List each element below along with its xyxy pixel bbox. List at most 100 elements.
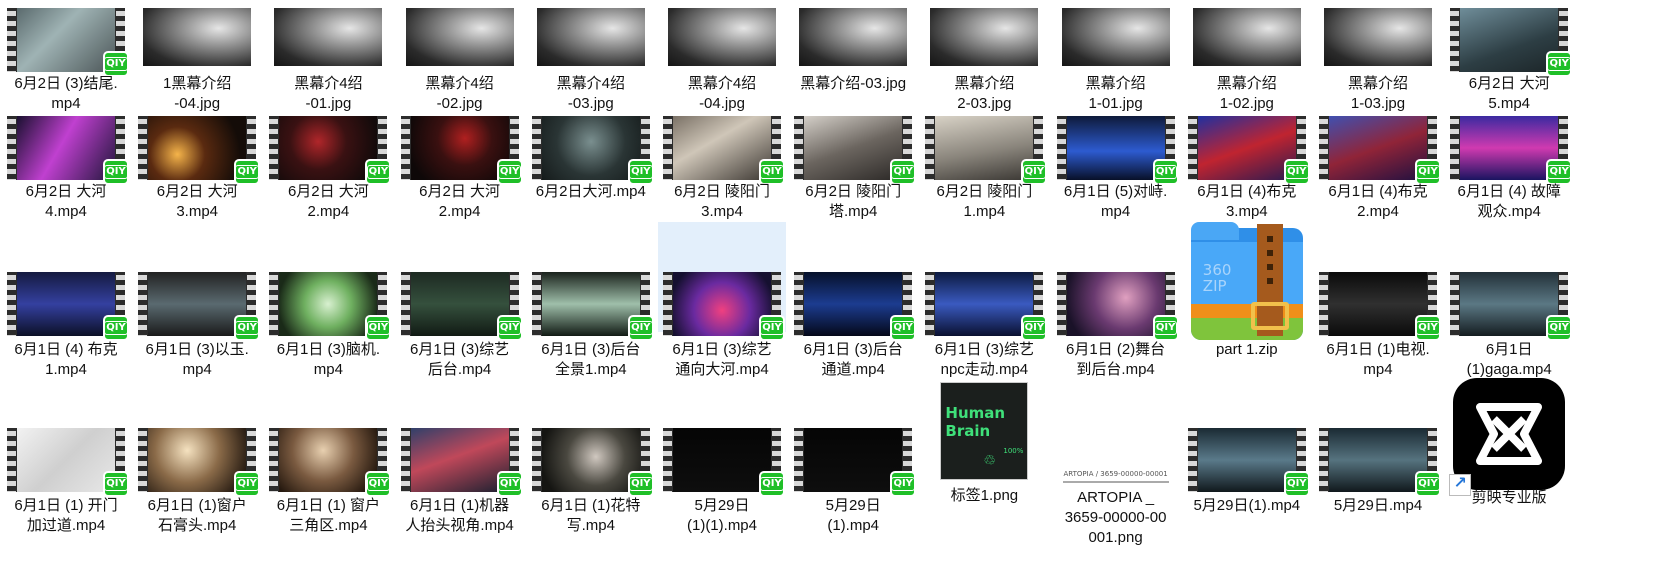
file-item[interactable]: QIY 6月1日 (3)综艺 通向大河.mp4 [658,222,786,378]
file-item[interactable]: QIY 6月1日 (1)电视. mp4 [1314,222,1442,378]
image-preview [274,8,383,66]
file-name-line: 6月2日 陵阳门 [805,183,902,200]
file-thumbnail: QIY [133,272,261,341]
file-item[interactable]: 黑幕介4绍 -04.jpg [658,2,786,112]
file-item[interactable]: QIY 5月29日 (1)(1).mp4 [658,378,786,548]
file-item[interactable]: QIY5月29日(1).mp4 [789,378,917,548]
file-item[interactable]: QIY 6月1日 (3)脑机. mp4 [264,222,392,378]
image-preview [930,8,1039,66]
file-name-line: 全景1.mp4 [554,361,627,378]
file-item[interactable]: QIY 6月1日 (1)窗户 石膏头.mp4 [133,378,261,548]
file-item[interactable]: 黑幕介4绍 -03.jpg [527,2,655,112]
film-perforation [269,272,279,336]
file-item[interactable]: 黑幕介4绍 -01.jpg [264,2,392,112]
zip-icon-text: ZIP [1202,277,1227,295]
file-item[interactable]: QIY 6月1日 (1) 窗户 三角区.mp4 [264,378,392,548]
file-item[interactable]: 黑幕介绍 2-03.jpg [920,2,1048,112]
file-item[interactable]: 黑幕介绍 1-02.jpg [1183,2,1311,112]
file-thumbnail [1052,8,1180,66]
file-item[interactable]: QIY 6月1日 (3)后台 全景1.mp4 [527,222,655,378]
file-thumbnail: QIY [396,272,524,341]
file-name-line: 4.mp4 [45,203,87,220]
file-item[interactable]: 黑幕介4绍 -02.jpg [396,2,524,112]
file-item[interactable]: Human Brain 100% ♲ 标签1.png [920,378,1048,548]
file-name-label: 6月2日大河.mp4 [531,182,651,202]
video-film-icon: QIY [7,116,129,185]
iqiyi-badge-icon: QIY [890,471,917,497]
file-name-label: 剪映专业版 [1449,488,1569,508]
file-name-label: 黑幕介4绍 -03.jpg [531,74,651,114]
file-thumbnail: QIY [2,428,130,497]
video-film-icon: QIY [7,428,129,497]
file-item[interactable]: QIY 6月2日 (3)结尾. mp4 [2,2,130,112]
file-item[interactable]: ↗ 剪映专业版 [1445,378,1573,548]
file-item[interactable]: 黑幕介绍 1-01.jpg [1052,2,1180,112]
file-name-label: 6月1日 (4) 布克 1.mp4 [6,340,126,380]
file-name-label: 6月1日 (1)电视. mp4 [1318,340,1438,380]
file-name-label: 6月1日 (4)布克 3.mp4 [1187,182,1307,222]
video-film-icon: QIY [794,116,917,185]
file-name-line: 6月1日 [1485,341,1533,358]
video-frame-preview [804,428,903,492]
iqiyi-badge-icon: QIY [365,315,392,341]
file-item[interactable]: QIY 6月1日 (1)花特 写.mp4 [527,378,655,548]
iqiyi-badge-icon: QIY [496,315,523,341]
file-thumbnail: QIY [1052,272,1180,341]
video-frame-preview [17,8,115,72]
file-thumbnail: QIY [1183,116,1311,185]
file-name-line: npc走动.mp4 [940,361,1029,378]
file-item[interactable]: QIY 6月1日 (1)gaga.mp4 [1445,222,1573,378]
file-name-line: 6月1日 (3)以玉. [145,341,249,358]
file-name-label: 1黑幕介绍 -04.jpg [137,74,257,114]
film-perforation [531,272,541,336]
video-frame-preview [279,116,378,180]
film-perforation [138,428,148,492]
file-name-line: 剪映专业版 [1471,489,1547,506]
film-perforation [7,428,16,492]
film-perforation [7,116,16,180]
file-item[interactable]: QIY 6月1日 (4) 布克 1.mp4 [2,222,130,378]
file-name-line: 6月1日 (1)电视. [1326,341,1430,358]
file-item[interactable]: 黑幕介绍-03.jpg [789,2,917,112]
file-item[interactable]: QIY 5月29日.mp4 [1314,378,1442,548]
file-item[interactable]: QIY 6月1日 (3)后台 通道.mp4 [789,222,917,378]
file-item[interactable]: 1黑幕介绍 -04.jpg [133,2,261,112]
iqiyi-badge-icon: QIY [1021,315,1048,341]
file-name-line: 塔.mp4 [829,203,878,220]
file-item[interactable]: QIY 6月2日 大河 5.mp4 [1445,2,1573,112]
file-item[interactable]: QIY 6月1日 (3)综艺 npc走动.mp4 [920,222,1048,378]
file-name-label: 6月1日 (2)舞台 到后台.mp4 [1056,340,1176,380]
iqiyi-badge-text: QIY [1547,57,1571,71]
film-perforation [7,272,16,336]
file-item[interactable]: QIY 6月1日 (3)综艺 后台.mp4 [396,222,524,378]
film-perforation [663,116,672,180]
file-item[interactable]: QIY 6月1日 (3)以玉. mp4 [133,222,261,378]
file-name-label: 6月1日 (1) 开门 加过道.mp4 [6,496,126,536]
file-item[interactable]: 360 ZIP part 1.zip [1183,222,1311,358]
file-name-label: 5月29日.mp4 [1318,496,1438,516]
file-thumbnail: QIY [527,428,655,497]
video-film-icon: QIY [1056,272,1179,341]
file-name-line: 5月29日 [825,497,881,514]
file-item[interactable]: 黑幕介绍 1-03.jpg [1314,2,1442,112]
iqiyi-badge-text: QIY [235,477,259,491]
file-thumbnail: QIY [1314,272,1442,341]
file-name-line: mp4 [1101,203,1131,220]
file-name-line: 到后台.mp4 [1076,361,1155,378]
file-thumbnail: QIY [1314,428,1442,497]
file-item[interactable]: QIY 6月1日 (1) 开门 加过道.mp4 [2,378,130,548]
film-perforation [1319,428,1328,492]
file-thumbnail [133,8,261,66]
file-thumbnail: ↗ [1445,378,1573,496]
file-name-line: 6月1日 (3)后台 [541,341,641,358]
file-item[interactable]: QIY5月29日(1).mp4 [1183,378,1311,548]
file-item[interactable]: QIY 6月1日 (1)机器 人抬头视角.mp4 [396,378,524,548]
file-name-line: 6月1日 (4)布克 [1328,183,1428,200]
file-name-line: 写.mp4 [566,517,615,534]
file-grid: QIY 6月2日 (3)结尾. mp4 1黑幕介绍 -04.jpg 黑幕介4绍 -01.jp… [0,0,1672,585]
file-item[interactable]: QIY 6月1日 (2)舞台 到后台.mp4 [1052,222,1180,378]
file-name-label: 5月29日 (1).mp4 [793,496,913,536]
file-name-label: 6月2日 陵阳门 塔.mp4 [793,182,913,222]
file-item[interactable]: ARTOPIA / 3659-00000-00001 ARTOPIA _ 3659-… [1052,378,1180,548]
image-preview [143,8,252,66]
